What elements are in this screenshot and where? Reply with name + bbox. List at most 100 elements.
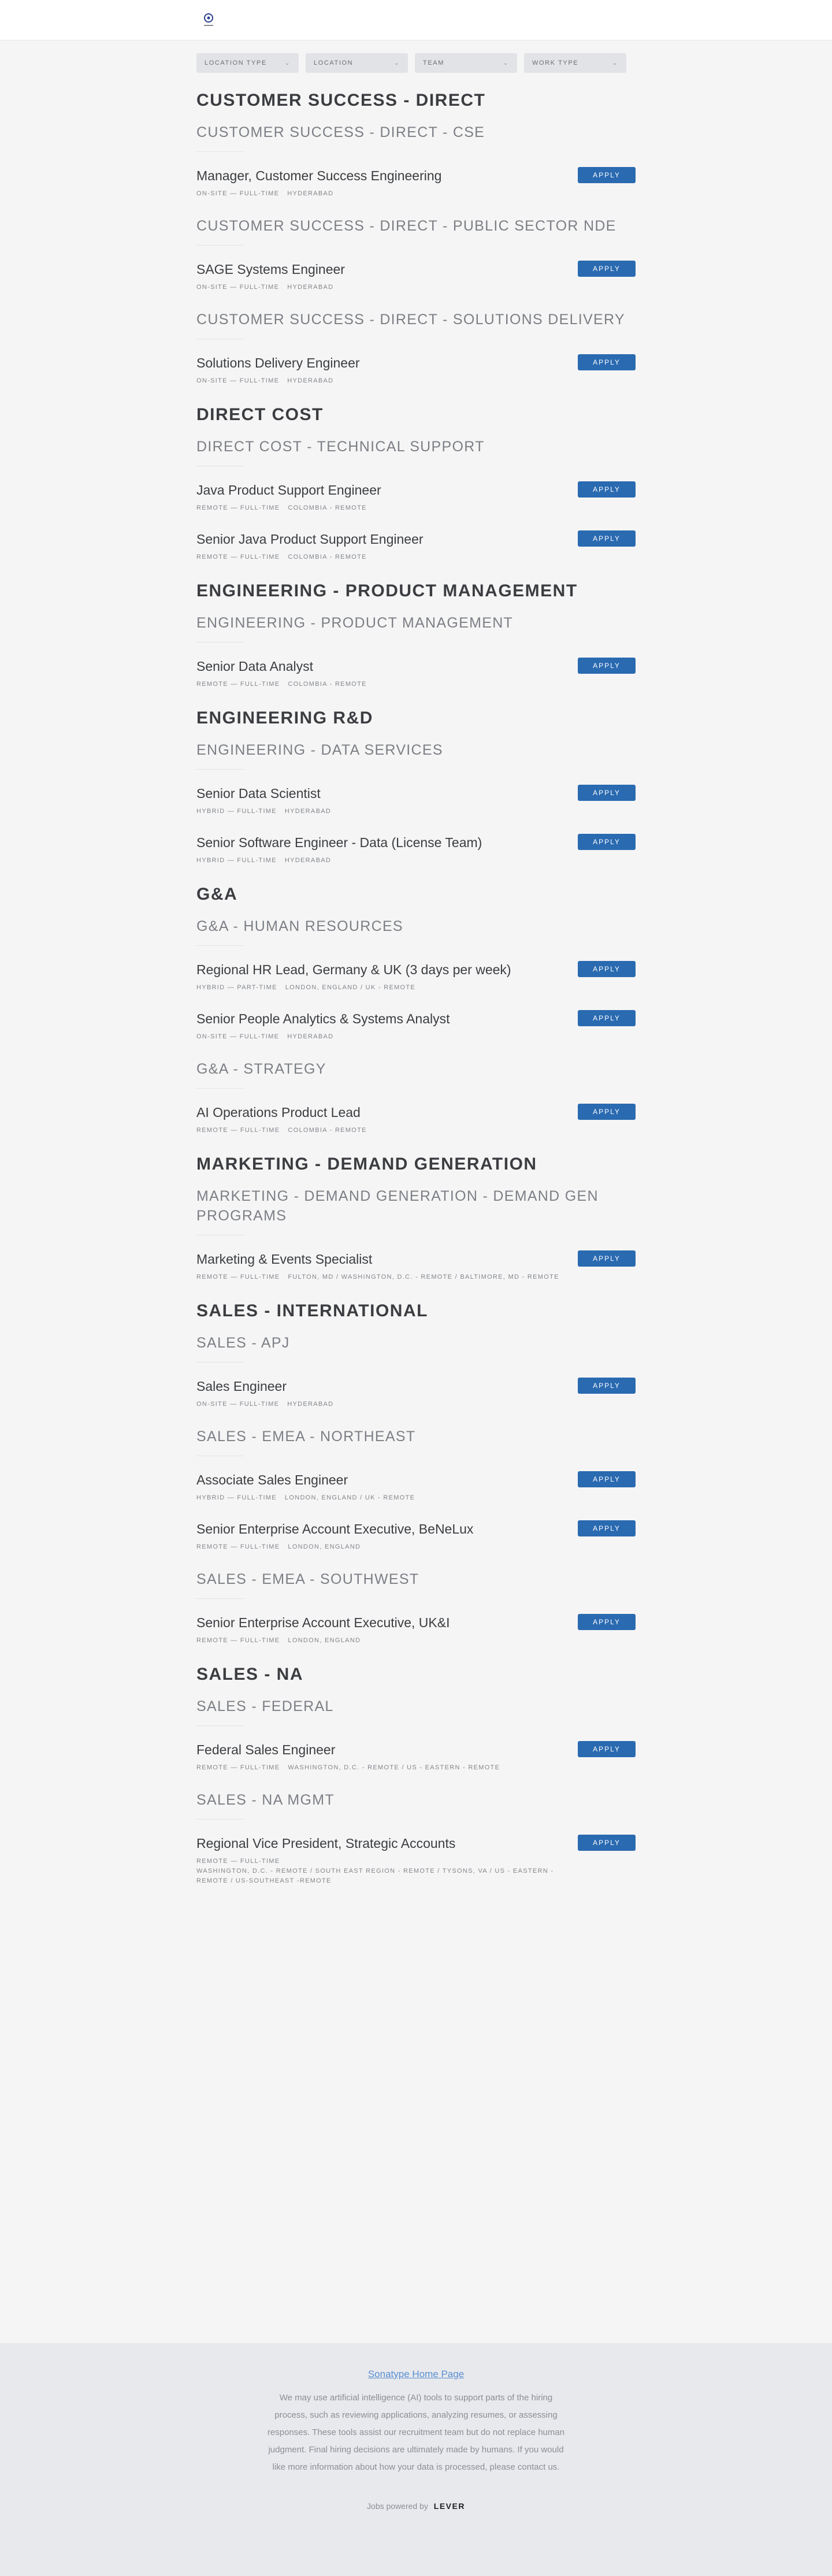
apply-button[interactable]: APPLY xyxy=(578,1520,636,1536)
apply-button[interactable]: APPLY xyxy=(578,354,636,370)
department-heading: SALES - INTERNATIONAL xyxy=(196,1301,428,1320)
department-heading: ENGINEERING - PRODUCT MANAGEMENT xyxy=(196,581,578,600)
filter-work-type[interactable]: WORK TYPE ⌄ xyxy=(524,53,626,73)
job-location: HYDERABAD xyxy=(287,1033,334,1040)
footer: Sonatype Home Page We may use artificial… xyxy=(0,2343,832,2576)
team-heading: SALES - EMEA - NORTHEAST xyxy=(196,1428,416,1445)
job-meta: ON-SITE — FULL-TIME HYDERABAD xyxy=(196,1032,572,1042)
apply-button[interactable]: APPLY xyxy=(578,481,636,498)
job-commitment: ON-SITE — FULL-TIME xyxy=(196,284,280,291)
chevron-down-icon: ⌄ xyxy=(285,60,291,66)
job-title-link[interactable]: Marketing & Events Specialist xyxy=(196,1250,572,1268)
job-title-link[interactable]: Senior Enterprise Account Executive, BeN… xyxy=(196,1520,572,1538)
team-heading: SALES - EMEA - SOUTHWEST xyxy=(196,1571,419,1587)
job-title-link[interactable]: Java Product Support Engineer xyxy=(196,481,572,499)
job-commitment: REMOTE — FULL-TIME xyxy=(196,1764,280,1771)
team-divider xyxy=(196,1725,244,1726)
job-title-link[interactable]: Sales Engineer xyxy=(196,1378,572,1395)
apply-button[interactable]: APPLY xyxy=(578,530,636,547)
job-title-link[interactable]: Senior Data Analyst xyxy=(196,658,572,675)
job-meta: REMOTE — FULL-TIME FULTON, MD / WASHINGTO… xyxy=(196,1272,572,1282)
team-divider xyxy=(196,151,244,152)
apply-button[interactable]: APPLY xyxy=(578,1614,636,1630)
job-location: LONDON, ENGLAND xyxy=(288,1543,361,1550)
job-commitment: HYBRID — FULL-TIME xyxy=(196,857,277,864)
apply-button[interactable]: APPLY xyxy=(578,1741,636,1757)
powered-by-label: Jobs powered by xyxy=(367,2501,428,2511)
job-commitment: HYBRID — PART-TIME xyxy=(196,984,277,991)
team-divider xyxy=(196,1598,244,1599)
filter-label: WORK TYPE xyxy=(532,60,579,66)
job-location: LONDON, ENGLAND xyxy=(288,1637,361,1644)
apply-button[interactable]: APPLY xyxy=(578,1835,636,1851)
job-location: HYDERABAD xyxy=(287,1401,334,1408)
job-commitment: REMOTE — FULL-TIME xyxy=(196,554,280,561)
apply-button[interactable]: APPLY xyxy=(578,1378,636,1394)
apply-button[interactable]: APPLY xyxy=(578,1104,636,1120)
job-title-link[interactable]: Senior Java Product Support Engineer xyxy=(196,530,572,548)
job-title-link[interactable]: Senior Enterprise Account Executive, UK&… xyxy=(196,1614,572,1631)
home-page-link[interactable]: Sonatype Home Page xyxy=(368,2369,464,2380)
job-title-link[interactable]: Solutions Delivery Engineer xyxy=(196,354,572,372)
job-title-link[interactable]: Associate Sales Engineer xyxy=(196,1471,572,1489)
job-title-link[interactable]: Federal Sales Engineer xyxy=(196,1741,572,1758)
job-title-link[interactable]: Regional Vice President, Strategic Accou… xyxy=(196,1835,572,1852)
job-posting: Regional Vice President, Strategic Accou… xyxy=(196,1835,636,1886)
company-logo-icon[interactable] xyxy=(202,12,215,29)
job-posting: Associate Sales Engineer HYBRID — FULL-TI… xyxy=(196,1471,636,1503)
team-divider xyxy=(196,1362,244,1363)
job-location: COLOMBIA - REMOTE xyxy=(288,504,367,511)
job-title-link[interactable]: Regional HR Lead, Germany & UK (3 days p… xyxy=(196,961,572,978)
job-meta: REMOTE — FULL-TIME WASHINGTON, D.C. - REM… xyxy=(196,1857,572,1886)
chevron-down-icon: ⌄ xyxy=(612,60,618,66)
job-title-link[interactable]: Senior People Analytics & Systems Analys… xyxy=(196,1010,572,1027)
job-location: FULTON, MD / WASHINGTON, D.C. - REMOTE /… xyxy=(288,1274,559,1280)
team-heading: CUSTOMER SUCCESS - DIRECT - PUBLIC SECTO… xyxy=(196,218,616,234)
apply-button[interactable]: APPLY xyxy=(578,1471,636,1487)
job-meta: REMOTE — FULL-TIME COLOMBIA - REMOTE xyxy=(196,503,572,513)
job-posting: AI Operations Product Lead REMOTE — FULL-… xyxy=(196,1104,636,1135)
job-posting: Manager, Customer Success Engineering ON-… xyxy=(196,167,636,199)
apply-button[interactable]: APPLY xyxy=(578,1250,636,1267)
job-posting: Senior Enterprise Account Executive, UK&… xyxy=(196,1614,636,1646)
filter-label: LOCATION TYPE xyxy=(205,60,267,66)
apply-button[interactable]: APPLY xyxy=(578,961,636,977)
job-meta: ON-SITE — FULL-TIME HYDERABAD xyxy=(196,376,572,386)
job-posting: Marketing & Events Specialist REMOTE — FU… xyxy=(196,1250,636,1282)
job-posting: Senior Data Scientist HYBRID — FULL-TIME H… xyxy=(196,785,636,816)
job-posting: Java Product Support Engineer REMOTE — FU… xyxy=(196,481,636,513)
job-location: COLOMBIA - REMOTE xyxy=(288,1127,367,1134)
filter-label: TEAM xyxy=(423,60,444,66)
job-commitment: REMOTE — FULL-TIME xyxy=(196,1858,280,1865)
team-heading: DIRECT COST - TECHNICAL SUPPORT xyxy=(196,439,485,455)
team-heading: G&A - HUMAN RESOURCES xyxy=(196,918,403,934)
ai-disclaimer: We may use artificial intelligence (AI) … xyxy=(267,2393,565,2472)
apply-button[interactable]: APPLY xyxy=(578,834,636,850)
apply-button[interactable]: APPLY xyxy=(578,658,636,674)
lever-logo[interactable]: LEVER xyxy=(434,2501,465,2511)
job-commitment: REMOTE — FULL-TIME xyxy=(196,1274,280,1280)
apply-button[interactable]: APPLY xyxy=(578,167,636,183)
team-heading: CUSTOMER SUCCESS - DIRECT - CSE xyxy=(196,124,485,140)
apply-button[interactable]: APPLY xyxy=(578,1010,636,1026)
filter-location[interactable]: LOCATION ⌄ xyxy=(306,53,408,73)
team-heading: SALES - NA MGMT xyxy=(196,1792,335,1808)
job-posting: Senior Enterprise Account Executive, BeN… xyxy=(196,1520,636,1552)
job-meta: HYBRID — PART-TIME LONDON, ENGLAND / UK -… xyxy=(196,983,572,993)
job-posting: Regional HR Lead, Germany & UK (3 days p… xyxy=(196,961,636,993)
filter-location-type[interactable]: LOCATION TYPE ⌄ xyxy=(196,53,299,73)
job-posting: Senior People Analytics & Systems Analys… xyxy=(196,1010,636,1042)
job-title-link[interactable]: SAGE Systems Engineer xyxy=(196,261,572,278)
job-title-link[interactable]: Senior Software Engineer - Data (License… xyxy=(196,834,572,851)
job-meta: HYBRID — FULL-TIME LONDON, ENGLAND / UK -… xyxy=(196,1493,572,1503)
job-title-link[interactable]: Manager, Customer Success Engineering xyxy=(196,167,572,184)
apply-button[interactable]: APPLY xyxy=(578,785,636,801)
job-location: HYDERABAD xyxy=(284,857,332,864)
team-divider xyxy=(196,1088,244,1089)
apply-button[interactable]: APPLY xyxy=(578,261,636,277)
job-posting: Sales Engineer ON-SITE — FULL-TIME HYDERAB… xyxy=(196,1378,636,1409)
job-title-link[interactable]: AI Operations Product Lead xyxy=(196,1104,572,1121)
filter-team[interactable]: TEAM ⌄ xyxy=(415,53,517,73)
job-meta: ON-SITE — FULL-TIME HYDERABAD xyxy=(196,1400,572,1409)
job-title-link[interactable]: Senior Data Scientist xyxy=(196,785,572,802)
